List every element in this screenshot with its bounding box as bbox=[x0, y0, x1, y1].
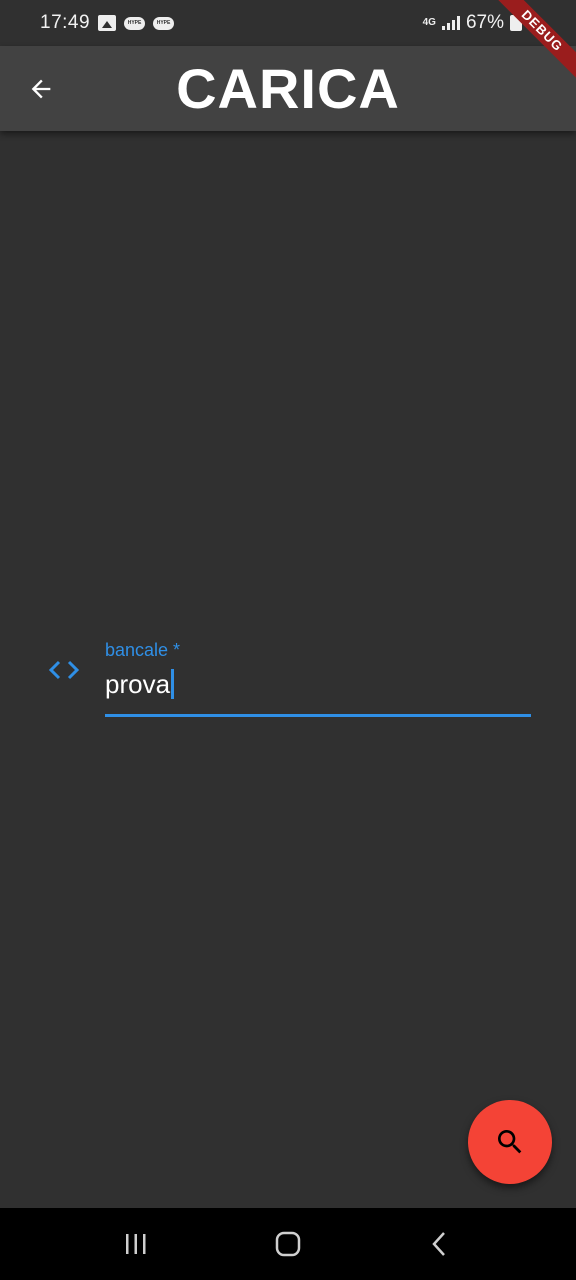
arrow-back-icon bbox=[31, 79, 51, 99]
recents-icon bbox=[126, 1234, 146, 1254]
page-title: CARICA bbox=[176, 57, 400, 120]
back-icon bbox=[432, 1232, 445, 1256]
home-icon bbox=[275, 1231, 301, 1257]
bancale-field: bancale * prova bbox=[44, 630, 532, 720]
debug-label: DEBUG bbox=[486, 0, 576, 87]
text-caret bbox=[171, 669, 175, 699]
field-underline bbox=[105, 714, 531, 717]
network-type: 4G bbox=[422, 17, 436, 28]
status-left: 17:49 HYPE HYPE bbox=[40, 12, 175, 34]
home-button[interactable] bbox=[258, 1214, 318, 1274]
search-button[interactable] bbox=[468, 1100, 552, 1184]
image-notification-icon bbox=[98, 15, 117, 31]
input-value: prova bbox=[105, 668, 171, 699]
code-icon bbox=[48, 660, 80, 680]
status-time: 17:49 bbox=[40, 12, 91, 33]
hype-notification-icon: HYPE bbox=[153, 16, 175, 30]
debug-banner: DEBUG bbox=[476, 0, 576, 100]
system-nav-bar bbox=[0, 1208, 576, 1280]
field-label: bancale * bbox=[105, 640, 181, 660]
hype-notification-icon: HYPE bbox=[124, 16, 146, 30]
search-icon bbox=[498, 1130, 522, 1154]
bancale-input[interactable]: prova bbox=[105, 666, 531, 702]
back-nav-button[interactable] bbox=[410, 1214, 470, 1274]
signal-icon bbox=[441, 16, 460, 30]
recents-button[interactable] bbox=[106, 1214, 166, 1274]
back-button[interactable] bbox=[20, 68, 62, 110]
